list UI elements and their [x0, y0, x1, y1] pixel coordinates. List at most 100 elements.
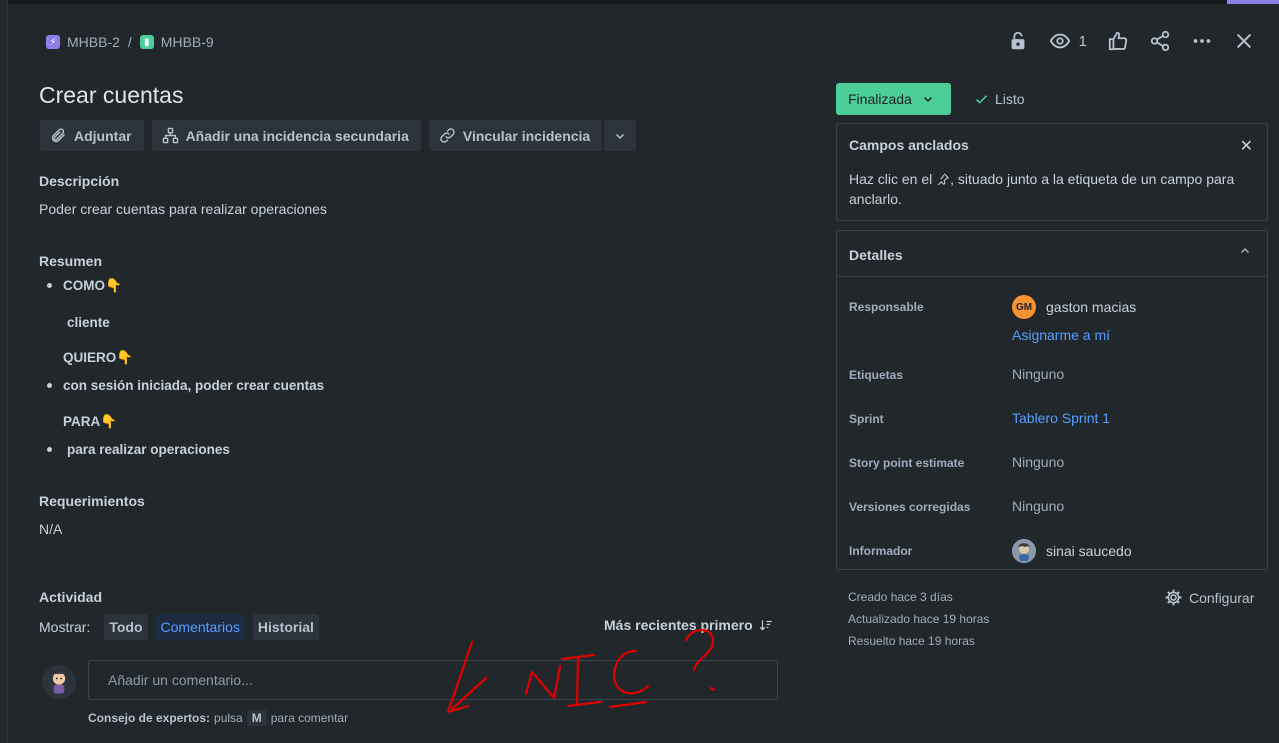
resolved-date: Resuelto hace 19 horas: [848, 634, 975, 648]
requirements-text[interactable]: N/A: [39, 521, 62, 537]
issue-key: MHBB-9: [160, 34, 214, 50]
assignee-name: gaston macias: [1046, 299, 1137, 315]
details-panel: Detalles Responsable GM gaston macias As…: [836, 230, 1268, 570]
story-icon: ▮: [139, 35, 154, 49]
epic-icon: ⚡: [46, 35, 60, 49]
pointing-down-emoji: 👇: [116, 350, 134, 365]
pin-icon: [938, 173, 949, 186]
issue-toolbar: Adjuntar Añadir una incidencia secundari…: [40, 120, 637, 151]
assignee-label: Responsable: [849, 300, 924, 314]
add-child-issue-button[interactable]: Añadir una incidencia secundaria: [151, 120, 421, 151]
filter-history[interactable]: Historial: [252, 614, 319, 640]
resolution-label: Listo: [995, 91, 1025, 107]
pro-tip: Consejo de expertos: pulsa M para coment…: [88, 710, 348, 726]
lock-icon[interactable]: [1007, 30, 1029, 52]
comment-input[interactable]: Añadir un comentario...: [88, 660, 778, 700]
details-header[interactable]: Detalles: [837, 231, 1267, 277]
summary-line: para realizar operaciones: [67, 442, 230, 457]
tip-suffix: para comentar: [270, 711, 349, 725]
chevron-up-icon[interactable]: [1239, 245, 1251, 260]
updated-date: Actualizado hace 19 horas: [848, 612, 990, 626]
pinned-fields-help: Haz clic en el , situado junto a la etiq…: [849, 171, 1235, 207]
background-board-edge: [0, 0, 8, 743]
summary-line: QUIERO👇: [63, 350, 134, 365]
status-dropdown[interactable]: Finalizada: [836, 83, 951, 115]
configure-label: Configurar: [1189, 589, 1255, 606]
created-date: Creado hace 3 días: [848, 590, 953, 604]
fix-versions-label: Versiones corregidas: [849, 500, 971, 514]
breadcrumb: ⚡ MHBB-2 / ▮ MHBB-9: [46, 34, 214, 50]
requirements-label: Requerimientos: [39, 493, 145, 509]
bullet: [47, 383, 52, 388]
share-icon[interactable]: [1149, 30, 1171, 52]
summary-line: con sesión iniciada, poder crear cuentas: [63, 378, 325, 393]
configure-button[interactable]: Configurar: [1164, 588, 1254, 607]
thumbs-up-icon[interactable]: [1107, 30, 1129, 52]
sprint-label: Sprint: [849, 412, 884, 426]
link-issue-group: Vincular incidencia: [428, 120, 637, 151]
sort-label: Más recientes primero: [604, 617, 753, 633]
assignee-value[interactable]: GM gaston macias: [1012, 295, 1136, 319]
sort-button[interactable]: Más recientes primero: [604, 617, 773, 633]
description-text[interactable]: Poder crear cuentas para realizar operac…: [39, 201, 327, 217]
breadcrumb-issue[interactable]: ▮ MHBB-9: [139, 34, 214, 50]
reporter-label: Informador: [849, 544, 913, 558]
close-icon[interactable]: [1233, 30, 1255, 52]
sprint-value[interactable]: Tablero Sprint 1: [1012, 410, 1110, 426]
current-user-avatar: [42, 665, 76, 699]
gear-icon: [1165, 589, 1182, 606]
story-points-value[interactable]: Ninguno: [1012, 454, 1064, 470]
filter-all[interactable]: Todo: [104, 614, 148, 640]
pointing-down-emoji: 👇: [100, 414, 118, 429]
link-icon: [440, 128, 455, 143]
issue-modal: ⚡ MHBB-2 / ▮ MHBB-9 1 Crear cuentas Adju…: [8, 4, 1279, 743]
summary-line: PARA👇: [63, 414, 118, 429]
activity-label: Actividad: [39, 589, 103, 605]
watch-button[interactable]: 1: [1049, 30, 1087, 52]
check-icon: [975, 94, 988, 104]
eye-icon: [1049, 33, 1070, 49]
pointing-down-emoji: 👇: [105, 278, 122, 293]
more-actions-dropdown[interactable]: [603, 120, 637, 151]
chevron-down-icon: [616, 133, 625, 139]
shortcut-key: M: [246, 710, 267, 726]
reporter-name: sinai saucedo: [1046, 543, 1132, 559]
parent-key: MHBB-2: [67, 34, 120, 50]
link-issue-button[interactable]: Vincular incidencia: [428, 120, 603, 151]
breadcrumb-parent[interactable]: ⚡ MHBB-2: [46, 34, 120, 50]
tip-prefix: Consejo de expertos:: [88, 711, 211, 725]
hierarchy-icon: [162, 127, 178, 144]
status-label: Finalizada: [848, 91, 912, 107]
chevron-down-icon: [923, 96, 932, 103]
summary-line: COMO👇: [63, 278, 122, 293]
show-label: Mostrar:: [39, 619, 91, 635]
reporter-value[interactable]: sinai saucedo: [1012, 539, 1132, 563]
avatar: [1012, 539, 1036, 563]
labels-value[interactable]: Ninguno: [1012, 366, 1064, 382]
watchers-count: 1: [1078, 32, 1087, 50]
story-points-label: Story point estimate: [849, 456, 965, 470]
labels-label: Etiquetas: [849, 368, 904, 382]
summary-label: Resumen: [39, 253, 103, 269]
tip-middle: pulsa: [214, 711, 243, 725]
avatar: GM: [1012, 295, 1036, 319]
header-actions: 1: [1007, 30, 1255, 52]
filter-comments[interactable]: Comentarios: [155, 614, 245, 640]
fix-versions-value[interactable]: Ninguno: [1012, 498, 1064, 514]
paperclip-icon: [51, 128, 65, 143]
resolution: Listo: [974, 91, 1025, 107]
details-title: Detalles: [849, 247, 903, 263]
attach-label: Adjuntar: [74, 127, 132, 144]
activity-filter: Mostrar: Todo Comentarios Historial: [39, 614, 319, 640]
link-issue-label: Vincular incidencia: [462, 127, 591, 144]
pinned-fields-title: Campos anclados: [849, 137, 969, 153]
breadcrumb-separator: /: [127, 34, 132, 50]
close-icon[interactable]: ✕: [1240, 136, 1253, 156]
issue-title[interactable]: Crear cuentas: [39, 82, 183, 109]
summary-line: cliente: [67, 315, 110, 330]
more-options-icon[interactable]: [1191, 30, 1213, 52]
bullet: [47, 447, 52, 452]
attach-button[interactable]: Adjuntar: [40, 120, 144, 151]
assign-to-me-link[interactable]: Asignarme a mí: [1012, 327, 1110, 343]
pinned-fields-panel: Campos anclados ✕ Haz clic en el , situa…: [836, 123, 1268, 221]
